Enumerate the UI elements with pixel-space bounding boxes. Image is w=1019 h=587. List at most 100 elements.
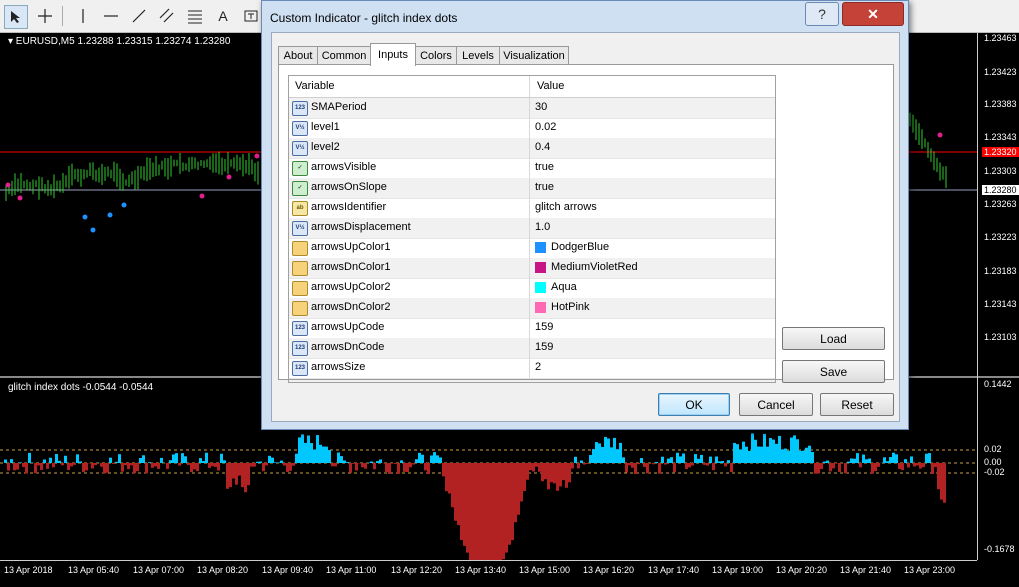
param-value[interactable]: 2 bbox=[535, 361, 541, 373]
histogram-bar bbox=[919, 463, 922, 469]
histogram-bar bbox=[301, 434, 304, 463]
histogram-bar bbox=[286, 463, 289, 472]
histogram-bar bbox=[85, 463, 88, 470]
numeric-param-icon: V½ bbox=[292, 221, 308, 236]
histogram-bar bbox=[721, 461, 724, 463]
help-icon[interactable]: ? bbox=[805, 2, 839, 26]
column-variable[interactable]: Variable bbox=[295, 80, 335, 92]
param-value[interactable]: Aqua bbox=[551, 281, 577, 293]
histogram-bar bbox=[682, 454, 685, 463]
histogram-bar bbox=[190, 463, 193, 472]
param-row-arrowsUpCode[interactable]: 123arrowsUpCode159 bbox=[289, 318, 775, 339]
trendline-icon[interactable] bbox=[128, 5, 150, 27]
reset-button[interactable]: Reset bbox=[820, 393, 894, 416]
histogram-bar bbox=[457, 463, 460, 525]
param-value[interactable]: glitch arrows bbox=[535, 201, 597, 213]
histogram-bar bbox=[40, 463, 43, 470]
tab-levels[interactable]: Levels bbox=[456, 46, 500, 65]
param-value[interactable]: 0.02 bbox=[535, 121, 556, 133]
param-row-arrowsDnCode[interactable]: 123arrowsDnCode159 bbox=[289, 338, 775, 359]
param-row-arrowsIdentifier[interactable]: abarrowsIdentifierglitch arrows bbox=[289, 198, 775, 219]
histogram-bar bbox=[862, 455, 865, 463]
param-value[interactable]: 1.0 bbox=[535, 221, 550, 233]
histogram-bar bbox=[277, 462, 280, 463]
save-button[interactable]: Save bbox=[782, 360, 885, 383]
time-axis[interactable]: 13 Apr 2018 13 Apr 05:40 13 Apr 07:00 13… bbox=[0, 560, 977, 587]
histogram-bar bbox=[937, 463, 940, 489]
histogram-bar bbox=[466, 463, 469, 553]
histogram-bar bbox=[790, 438, 793, 463]
histogram-bar bbox=[124, 463, 127, 465]
param-value[interactable]: 30 bbox=[535, 101, 547, 113]
param-row-arrowsOnSlope[interactable]: ✓arrowsOnSlopetrue bbox=[289, 178, 775, 199]
vertical-line-icon[interactable] bbox=[72, 5, 94, 27]
param-row-arrowsDisplacement[interactable]: V½arrowsDisplacement 1.0 bbox=[289, 218, 775, 239]
param-name: arrowsDisplacement bbox=[311, 221, 411, 233]
tab-common[interactable]: Common bbox=[317, 46, 371, 65]
histogram-bar bbox=[556, 463, 559, 491]
param-value[interactable]: 159 bbox=[535, 341, 553, 353]
param-row-arrowsUpColor1[interactable]: arrowsUpColor1DodgerBlue bbox=[289, 238, 775, 259]
histogram-bar bbox=[754, 440, 757, 463]
load-button[interactable]: Load bbox=[782, 327, 885, 350]
histogram-bar bbox=[328, 450, 331, 463]
histogram-bar bbox=[568, 463, 571, 482]
text-label-icon[interactable] bbox=[240, 5, 262, 27]
histogram-bar bbox=[799, 451, 802, 463]
histogram-bar bbox=[601, 447, 604, 463]
time-tick: 13 Apr 15:00 bbox=[519, 565, 570, 575]
tab-visualization[interactable]: Visualization bbox=[499, 46, 569, 65]
histogram-bar bbox=[502, 463, 505, 559]
tab-colors[interactable]: Colors bbox=[415, 46, 457, 65]
param-row-arrowsDnColor2[interactable]: arrowsDnColor2HotPink bbox=[289, 298, 775, 319]
tab-inputs[interactable]: Inputs bbox=[370, 43, 416, 66]
histogram-bar bbox=[529, 463, 532, 470]
histogram-bar bbox=[421, 455, 424, 463]
crosshair-icon[interactable] bbox=[34, 5, 56, 27]
param-row-arrowsVisible[interactable]: ✓arrowsVisibletrue bbox=[289, 158, 775, 179]
histogram-bar bbox=[253, 463, 256, 467]
column-value[interactable]: Value bbox=[537, 80, 564, 92]
param-row-arrowsSize[interactable]: 123arrowsSize2 bbox=[289, 358, 775, 379]
param-value[interactable]: 0.4 bbox=[535, 141, 550, 153]
fibonacci-icon[interactable] bbox=[184, 5, 206, 27]
param-value[interactable]: 159 bbox=[535, 321, 553, 333]
parameters-grid[interactable]: Variable Value 123SMAPeriod30V½level10.0… bbox=[288, 75, 776, 383]
histogram-bar bbox=[106, 463, 109, 473]
horizontal-line-icon[interactable] bbox=[100, 5, 122, 27]
histogram-bar bbox=[763, 434, 766, 463]
histogram-bar bbox=[346, 462, 349, 463]
equidistant-channel-icon[interactable] bbox=[156, 5, 178, 27]
histogram-bar bbox=[565, 463, 568, 488]
price-tick: 1.23143 bbox=[984, 299, 1017, 309]
param-row-arrowsDnColor1[interactable]: arrowsDnColor1MediumVioletRed bbox=[289, 258, 775, 279]
param-row-level1[interactable]: V½level10.02 bbox=[289, 118, 775, 139]
close-icon[interactable]: ✕ bbox=[842, 2, 904, 26]
param-row-SMAPeriod[interactable]: 123SMAPeriod30 bbox=[289, 98, 775, 119]
histogram-bar bbox=[439, 457, 442, 463]
histogram-bar bbox=[79, 461, 82, 463]
cursor-icon[interactable] bbox=[4, 5, 28, 29]
tab-about[interactable]: About bbox=[278, 46, 318, 65]
price-axis[interactable]: 1.23463 1.23423 1.23383 1.23343 1.23303 … bbox=[977, 33, 1019, 560]
histogram-bar bbox=[226, 463, 229, 489]
param-value[interactable]: MediumVioletRed bbox=[551, 261, 638, 273]
ok-button[interactable]: OK bbox=[658, 393, 730, 416]
text-icon[interactable]: A bbox=[212, 5, 234, 27]
param-row-level2[interactable]: V½level20.4 bbox=[289, 138, 775, 159]
arrow-dot-down bbox=[6, 183, 11, 188]
param-value[interactable]: true bbox=[535, 181, 554, 193]
time-tick: 13 Apr 13:40 bbox=[455, 565, 506, 575]
indicator-tick: 0.00 bbox=[984, 457, 1002, 467]
histogram-bar bbox=[673, 463, 676, 472]
price-tick: 1.23463 bbox=[984, 33, 1017, 43]
cancel-button[interactable]: Cancel bbox=[739, 393, 813, 416]
histogram-bar bbox=[142, 455, 145, 463]
param-value[interactable]: HotPink bbox=[551, 301, 590, 313]
param-row-arrowsUpColor2[interactable]: arrowsUpColor2Aqua bbox=[289, 278, 775, 299]
param-value[interactable]: true bbox=[535, 161, 554, 173]
histogram-bar bbox=[802, 451, 805, 463]
param-value[interactable]: DodgerBlue bbox=[551, 241, 609, 253]
histogram-bar bbox=[628, 463, 631, 465]
histogram-bar bbox=[292, 463, 295, 466]
